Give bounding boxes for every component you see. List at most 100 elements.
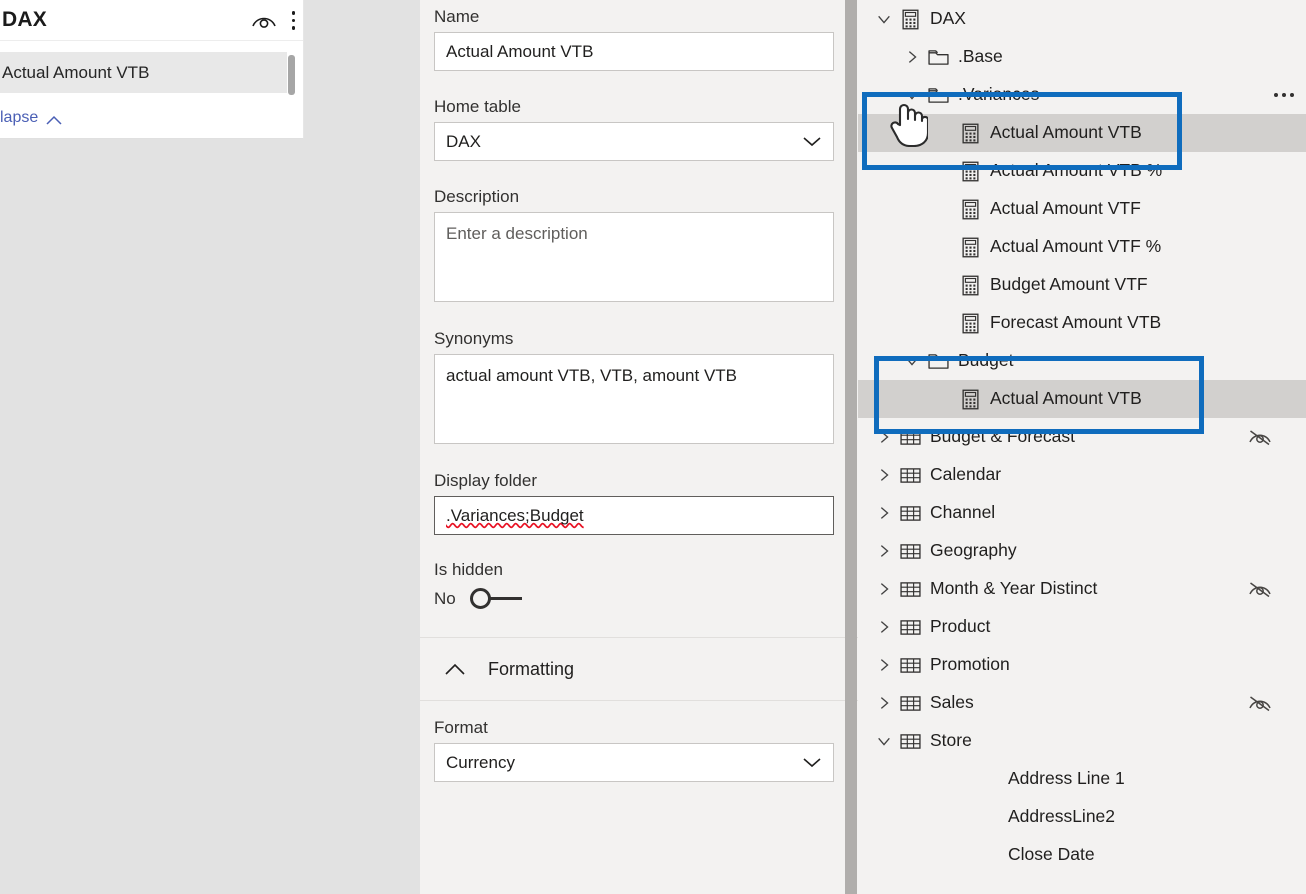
left-panel-scrollbar[interactable]	[288, 55, 295, 95]
chevron-right-icon[interactable]	[872, 429, 896, 445]
chevron-right-icon[interactable]	[872, 505, 896, 521]
tree-node[interactable]: Promotion	[858, 646, 1306, 684]
chevron-right-icon[interactable]	[872, 581, 896, 597]
measure-icon	[956, 313, 984, 334]
tree-node[interactable]: Geography	[858, 532, 1306, 570]
tree-node[interactable]: Budget & Forecast	[858, 418, 1306, 456]
hidden-eye-icon[interactable]	[1248, 580, 1272, 598]
tree-node[interactable]: Budget	[858, 342, 1306, 380]
table-icon	[896, 581, 924, 598]
description-placeholder: Enter a description	[446, 224, 588, 243]
tree-node-label: Promotion	[930, 654, 1010, 675]
kebab-menu-icon[interactable]	[291, 11, 296, 30]
more-options-icon[interactable]	[1274, 93, 1294, 97]
tree-node[interactable]: Actual Amount VTF	[858, 190, 1306, 228]
tree-node-label: Geography	[930, 540, 1017, 561]
tree-node[interactable]: Channel	[858, 494, 1306, 532]
table-icon	[896, 657, 924, 674]
collapse-label: lapse	[0, 109, 39, 126]
left-panel-selected-label: Actual Amount VTB	[2, 62, 150, 82]
chevron-right-icon[interactable]	[900, 49, 924, 65]
display-folder-input[interactable]: .Variances;Budget	[434, 496, 834, 535]
chevron-right-icon[interactable]	[872, 467, 896, 483]
tree-node-label: Actual Amount VTF %	[990, 236, 1162, 257]
tree-node-label: Budget & Forecast	[930, 426, 1075, 447]
folder-icon	[924, 49, 952, 66]
tree-node-label: Month & Year Distinct	[930, 578, 1098, 599]
table-icon	[896, 733, 924, 750]
description-textarea[interactable]: Enter a description	[434, 212, 834, 302]
tree-node[interactable]: Store	[858, 722, 1306, 760]
chevron-down-icon	[802, 753, 822, 773]
synonyms-label: Synonyms	[434, 329, 514, 348]
tree-node[interactable]: Product	[858, 608, 1306, 646]
tree-node[interactable]: AddressLine2	[858, 798, 1306, 836]
formatting-section-title: Formatting	[488, 658, 575, 679]
measure-icon	[956, 275, 984, 296]
formatting-section-header[interactable]: Formatting	[420, 638, 858, 700]
hidden-eye-icon[interactable]	[1248, 694, 1272, 712]
chevron-down-icon[interactable]	[872, 11, 896, 27]
folder-icon	[924, 353, 952, 370]
home-table-dropdown[interactable]: DAX	[434, 122, 834, 161]
tree-node-label: .Base	[958, 46, 1003, 67]
table-icon	[896, 429, 924, 446]
field-display-folder: Display folder .Variances;Budget	[420, 444, 858, 535]
tree-node-label: .Variances	[958, 84, 1040, 105]
tree-node[interactable]: DAX	[858, 0, 1306, 38]
left-panel-selected-item[interactable]: Actual Amount VTB	[0, 52, 287, 93]
tree-node[interactable]: Actual Amount VTF %	[858, 228, 1306, 266]
tree-node[interactable]: Budget Amount VTF	[858, 266, 1306, 304]
tree-node[interactable]: Forecast Amount VTB	[858, 304, 1306, 342]
field-format: Format Currency	[420, 701, 858, 782]
tree-node[interactable]: Sales	[858, 684, 1306, 722]
chevron-right-icon[interactable]	[872, 695, 896, 711]
tree-node[interactable]: Calendar	[858, 456, 1306, 494]
tree-node[interactable]: Address Line 1	[858, 760, 1306, 798]
tree-node-label: AddressLine2	[1008, 806, 1116, 827]
properties-pane-scrollbar[interactable]	[845, 0, 857, 894]
home-table-value: DAX	[446, 131, 481, 151]
table-icon	[896, 543, 924, 560]
tree-node[interactable]: .Base	[858, 38, 1306, 76]
left-panel-header: DAX	[0, 0, 303, 41]
tree-node[interactable]: Close Date	[858, 836, 1306, 874]
is-hidden-value: No	[434, 589, 456, 608]
measure-icon	[956, 389, 984, 410]
name-input[interactable]: Actual Amount VTB	[434, 32, 834, 71]
display-folder-value: .Variances;Budget	[446, 505, 584, 525]
chevron-right-icon[interactable]	[872, 619, 896, 635]
tree-node-label: Channel	[930, 502, 996, 523]
measure-icon	[956, 123, 984, 144]
tree-node-label: Calendar	[930, 464, 1002, 485]
table-icon	[896, 505, 924, 522]
format-dropdown[interactable]: Currency	[434, 743, 834, 782]
collapse-link[interactable]: lapse	[0, 103, 63, 133]
format-label: Format	[434, 718, 488, 737]
is-hidden-toggle[interactable]	[469, 588, 522, 610]
tree-node-label: Forecast Amount VTB	[990, 312, 1162, 333]
synonyms-textarea[interactable]: actual amount VTB, VTB, amount VTB	[434, 354, 834, 444]
tree-node[interactable]: Month & Year Distinct	[858, 570, 1306, 608]
tree-node-label: Close Date	[1008, 844, 1095, 865]
synonyms-value: actual amount VTB, VTB, amount VTB	[446, 366, 738, 385]
field-name: Name Actual Amount VTB	[420, 0, 858, 71]
mouse-cursor-hand-icon	[888, 95, 930, 148]
field-home-table: Home table DAX	[420, 71, 858, 161]
field-description: Description Enter a description	[420, 161, 858, 302]
measure-icon	[956, 237, 984, 258]
tree-node-label: Budget	[958, 350, 1014, 371]
chevron-right-icon[interactable]	[872, 543, 896, 559]
chevron-down-icon[interactable]	[872, 733, 896, 749]
chevron-right-icon[interactable]	[872, 657, 896, 673]
tree-node-label: Product	[930, 616, 991, 637]
description-label: Description	[434, 187, 520, 206]
tree-node-label: Actual Amount VTB	[990, 122, 1142, 143]
tree-node[interactable]: Actual Amount VTB %	[858, 152, 1306, 190]
chevron-down-icon[interactable]	[900, 353, 924, 369]
tree-node[interactable]: Actual Amount VTB	[858, 380, 1306, 418]
eye-icon[interactable]	[251, 11, 277, 31]
folder-icon	[924, 87, 952, 104]
tree-node-label: Actual Amount VTF	[990, 198, 1141, 219]
hidden-eye-icon[interactable]	[1248, 428, 1272, 446]
